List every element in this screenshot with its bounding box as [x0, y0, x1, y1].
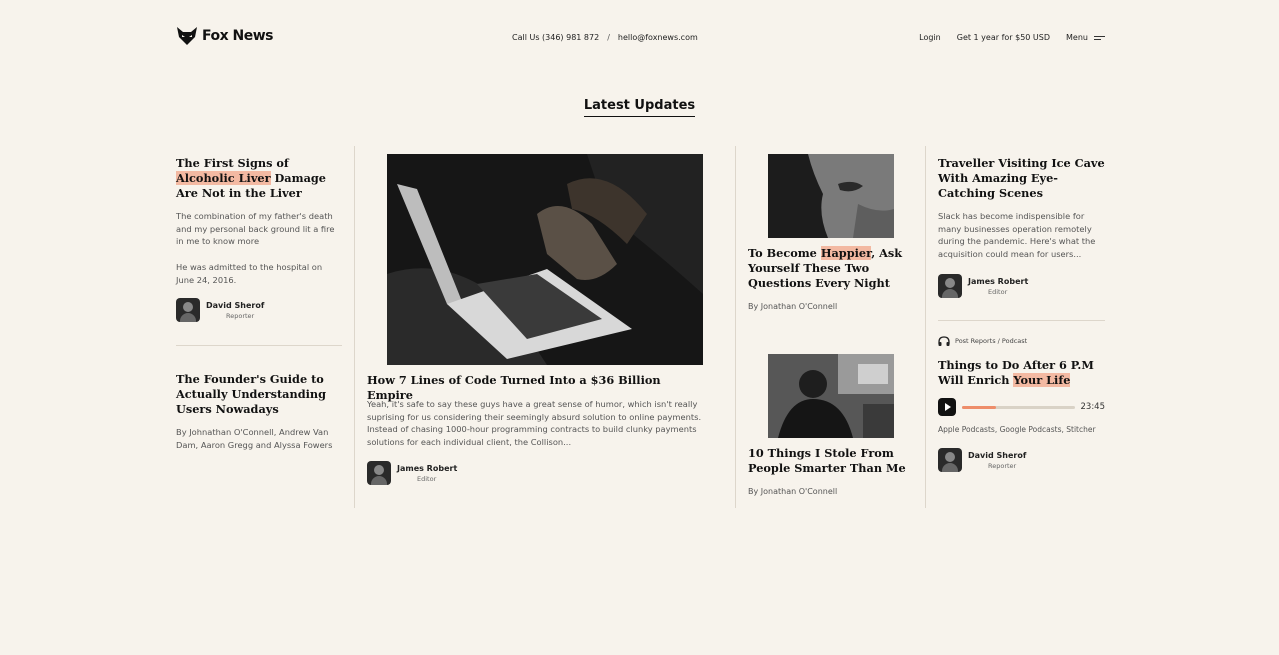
- article-title[interactable]: The Founder's Guide to Actually Understa…: [176, 372, 346, 417]
- face-photo[interactable]: [768, 154, 894, 238]
- logo[interactable]: Fox News: [176, 26, 274, 46]
- email-link[interactable]: hello@foxnews.com: [618, 33, 698, 42]
- avatar: [938, 448, 962, 472]
- top-nav: Login Get 1 year for $50 USD Menu: [919, 33, 1105, 42]
- fox-logo-icon: [177, 27, 197, 45]
- article-excerpt: The combination of my father's death and…: [176, 211, 335, 247]
- article-title[interactable]: 10 Things I Stole From People Smarter Th…: [748, 446, 908, 476]
- title-highlight: Your Life: [1013, 373, 1071, 387]
- phone-link[interactable]: Call Us (346) 981 872: [512, 33, 599, 42]
- article-byline: By Jonathan O'Connell: [748, 487, 838, 496]
- subscribe-link[interactable]: Get 1 year for $50 USD: [957, 33, 1050, 42]
- progress-fill: [962, 405, 996, 409]
- contact-separator: /: [607, 33, 610, 42]
- logo-text: Fox News: [202, 28, 274, 44]
- author-name: James Robert: [968, 276, 1029, 286]
- audio-player: 23:45: [938, 398, 1105, 416]
- column-divider: [354, 146, 355, 508]
- podcast-tag-label: Post Reports / Podcast: [955, 337, 1028, 345]
- article-byline: By Johnathan O'Connell, Andrew Van Dam, …: [176, 427, 333, 450]
- article-excerpt: Slack has become indispensible for many …: [938, 211, 1096, 259]
- author-role: Editor: [417, 474, 437, 483]
- laptop-photo[interactable]: [387, 154, 703, 365]
- podcast-title[interactable]: Things to Do After 6 P.M Will Enrich You…: [938, 358, 1106, 388]
- avatar: [938, 274, 962, 298]
- article-byline: By Jonathan O'Connell: [748, 302, 838, 311]
- progress-bar[interactable]: [962, 405, 1075, 409]
- author-role: Editor: [988, 287, 1008, 296]
- section-title: Latest Updates: [0, 94, 1279, 117]
- duration: 23:45: [1080, 402, 1106, 412]
- author[interactable]: David Sherof Reporter: [176, 298, 264, 322]
- hamburger-icon: [1094, 34, 1105, 42]
- row-divider: [938, 320, 1105, 321]
- headphones-icon: [938, 336, 950, 346]
- author-name: David Sherof: [206, 300, 265, 310]
- podcast-tag: Post Reports / Podcast: [938, 336, 1027, 346]
- author[interactable]: James Robert Editor: [367, 461, 457, 485]
- menu-button[interactable]: Menu: [1066, 33, 1105, 42]
- article-title[interactable]: The First Signs of Alcoholic Liver Damag…: [176, 156, 346, 201]
- article-title[interactable]: To Become Happier, Ask Yourself These Tw…: [748, 246, 908, 291]
- column-divider: [735, 146, 736, 508]
- play-icon[interactable]: [938, 398, 956, 416]
- author[interactable]: David Sherof Reporter: [938, 448, 1026, 472]
- title-highlight: Alcoholic Liver: [176, 171, 271, 185]
- author-name: James Robert: [397, 463, 458, 473]
- article-excerpt: Yeah, it's safe to say these guys have a…: [367, 399, 702, 447]
- avatar: [176, 298, 200, 322]
- author-role: Reporter: [988, 461, 1017, 470]
- author-name: David Sherof: [968, 450, 1027, 460]
- contact-info: Call Us (346) 981 872 / hello@foxnews.co…: [512, 33, 698, 42]
- man-photo[interactable]: [768, 354, 894, 438]
- row-divider: [176, 345, 342, 346]
- article-excerpt: He was admitted to the hospital on June …: [176, 262, 323, 285]
- article-title[interactable]: Traveller Visiting Ice Cave With Amazing…: [938, 156, 1106, 201]
- title-highlight: Happier: [820, 246, 872, 260]
- menu-label: Menu: [1066, 33, 1088, 42]
- author-role: Reporter: [226, 311, 255, 320]
- column-divider: [925, 146, 926, 508]
- avatar: [367, 461, 391, 485]
- login-link[interactable]: Login: [919, 33, 941, 42]
- podcast-platforms: Apple Podcasts, Google Podcasts, Stitche…: [938, 425, 1096, 434]
- author[interactable]: James Robert Editor: [938, 274, 1028, 298]
